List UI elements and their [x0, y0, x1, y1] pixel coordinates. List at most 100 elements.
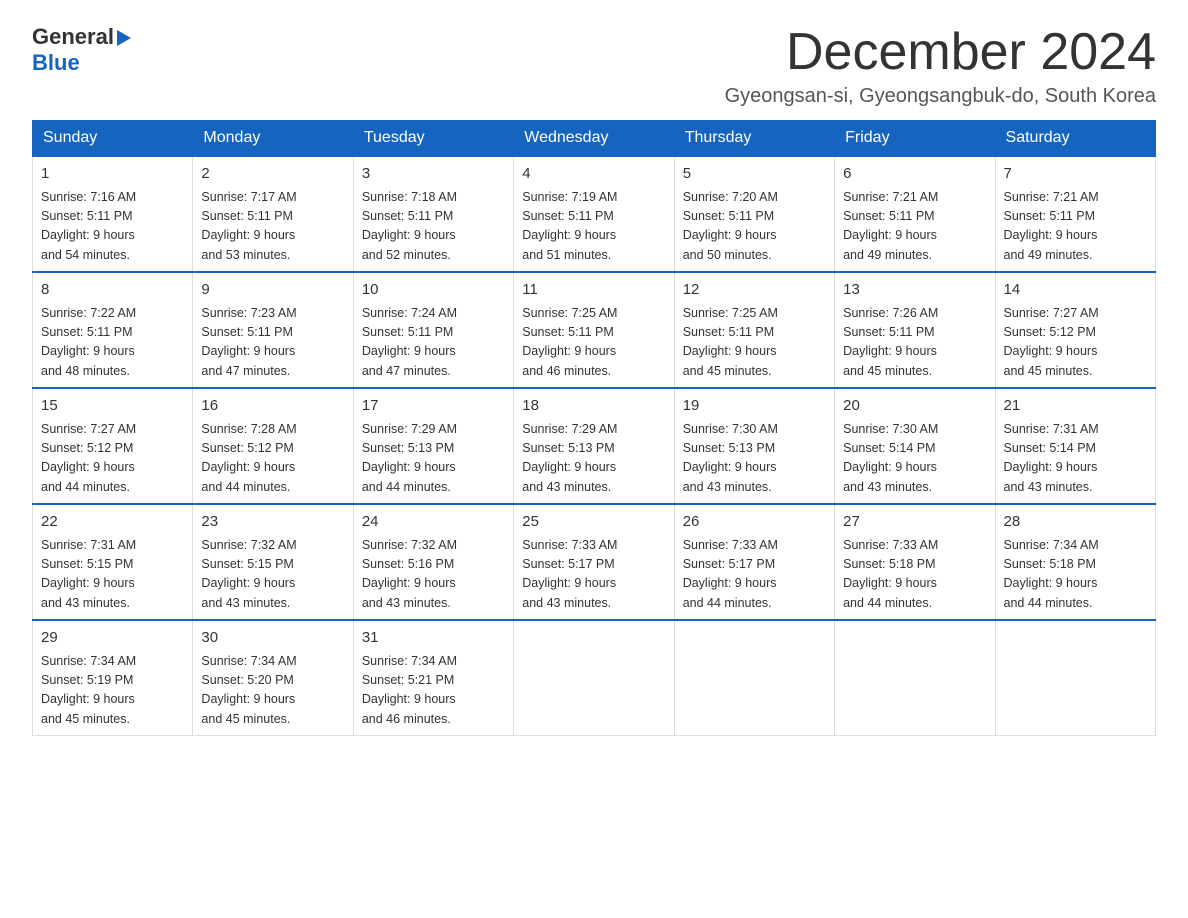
day-info: Sunrise: 7:24 AMSunset: 5:11 PMDaylight:… [362, 306, 457, 378]
day-number: 15 [41, 395, 184, 418]
day-info: Sunrise: 7:16 AMSunset: 5:11 PMDaylight:… [41, 190, 136, 262]
day-info: Sunrise: 7:30 AMSunset: 5:14 PMDaylight:… [843, 422, 938, 494]
day-info: Sunrise: 7:31 AMSunset: 5:14 PMDaylight:… [1004, 422, 1099, 494]
day-number: 3 [362, 163, 505, 186]
day-info: Sunrise: 7:20 AMSunset: 5:11 PMDaylight:… [683, 190, 778, 262]
calendar-cell: 14 Sunrise: 7:27 AMSunset: 5:12 PMDayligh… [995, 272, 1155, 388]
calendar-cell: 5 Sunrise: 7:20 AMSunset: 5:11 PMDaylight… [674, 156, 834, 272]
day-number: 24 [362, 511, 505, 534]
calendar-cell: 17 Sunrise: 7:29 AMSunset: 5:13 PMDayligh… [353, 388, 513, 504]
day-number: 26 [683, 511, 826, 534]
title-block: December 2024 Gyeongsan-si, Gyeongsangbu… [725, 24, 1156, 108]
calendar-cell: 25Sunrise: 7:33 AMSunset: 5:17 PMDayligh… [514, 504, 674, 620]
header-friday: Friday [835, 121, 995, 157]
header-sunday: Sunday [33, 121, 193, 157]
calendar-cell: 18 Sunrise: 7:29 AMSunset: 5:13 PMDayligh… [514, 388, 674, 504]
calendar-cell: 23 Sunrise: 7:32 AMSunset: 5:15 PMDayligh… [193, 504, 353, 620]
day-number: 12 [683, 279, 826, 302]
day-info: Sunrise: 7:33 AMSunset: 5:18 PMDaylight:… [843, 538, 938, 610]
logo: General Blue [32, 24, 131, 76]
day-number: 20 [843, 395, 986, 418]
day-info: Sunrise: 7:21 AMSunset: 5:11 PMDaylight:… [843, 190, 938, 262]
calendar-cell [835, 620, 995, 736]
calendar-cell: 29 Sunrise: 7:34 AMSunset: 5:19 PMDayligh… [33, 620, 193, 736]
day-info: Sunrise: 7:25 AMSunset: 5:11 PMDaylight:… [522, 306, 617, 378]
day-info: Sunrise: 7:33 AMSunset: 5:17 PMDaylight:… [683, 538, 778, 610]
logo-arrow-icon [117, 30, 131, 46]
calendar-cell: 15Sunrise: 7:27 AMSunset: 5:12 PMDayligh… [33, 388, 193, 504]
day-number: 4 [522, 163, 665, 186]
calendar-cell: 11 Sunrise: 7:25 AMSunset: 5:11 PMDayligh… [514, 272, 674, 388]
day-info: Sunrise: 7:32 AMSunset: 5:15 PMDaylight:… [201, 538, 296, 610]
day-number: 29 [41, 627, 184, 650]
day-number: 31 [362, 627, 505, 650]
logo-blue-text: Blue [32, 50, 80, 75]
calendar-cell [995, 620, 1155, 736]
day-info: Sunrise: 7:28 AMSunset: 5:12 PMDaylight:… [201, 422, 296, 494]
day-number: 8 [41, 279, 184, 302]
day-info: Sunrise: 7:33 AMSunset: 5:17 PMDaylight:… [522, 538, 617, 610]
day-info: Sunrise: 7:30 AMSunset: 5:13 PMDaylight:… [683, 422, 778, 494]
calendar-cell: 8 Sunrise: 7:22 AMSunset: 5:11 PMDaylight… [33, 272, 193, 388]
calendar-week-row: 15Sunrise: 7:27 AMSunset: 5:12 PMDayligh… [33, 388, 1156, 504]
calendar-cell: 16 Sunrise: 7:28 AMSunset: 5:12 PMDayligh… [193, 388, 353, 504]
day-info: Sunrise: 7:34 AMSunset: 5:19 PMDaylight:… [41, 654, 136, 726]
calendar-week-row: 22Sunrise: 7:31 AMSunset: 5:15 PMDayligh… [33, 504, 1156, 620]
calendar-cell: 20 Sunrise: 7:30 AMSunset: 5:14 PMDayligh… [835, 388, 995, 504]
month-title: December 2024 [725, 24, 1156, 81]
calendar-cell: 4 Sunrise: 7:19 AMSunset: 5:11 PMDaylight… [514, 156, 674, 272]
calendar-cell: 24Sunrise: 7:32 AMSunset: 5:16 PMDayligh… [353, 504, 513, 620]
calendar-cell: 21 Sunrise: 7:31 AMSunset: 5:14 PMDayligh… [995, 388, 1155, 504]
day-info: Sunrise: 7:26 AMSunset: 5:11 PMDaylight:… [843, 306, 938, 378]
header-saturday: Saturday [995, 121, 1155, 157]
day-number: 5 [683, 163, 826, 186]
calendar-cell: 26 Sunrise: 7:33 AMSunset: 5:17 PMDayligh… [674, 504, 834, 620]
calendar-cell: 30 Sunrise: 7:34 AMSunset: 5:20 PMDayligh… [193, 620, 353, 736]
calendar-cell: 3 Sunrise: 7:18 AMSunset: 5:11 PMDaylight… [353, 156, 513, 272]
calendar-week-row: 8 Sunrise: 7:22 AMSunset: 5:11 PMDaylight… [33, 272, 1156, 388]
day-info: Sunrise: 7:29 AMSunset: 5:13 PMDaylight:… [522, 422, 617, 494]
day-number: 18 [522, 395, 665, 418]
calendar-cell: 9Sunrise: 7:23 AMSunset: 5:11 PMDaylight… [193, 272, 353, 388]
calendar-cell: 13Sunrise: 7:26 AMSunset: 5:11 PMDayligh… [835, 272, 995, 388]
day-number: 21 [1004, 395, 1147, 418]
calendar-cell: 27 Sunrise: 7:33 AMSunset: 5:18 PMDayligh… [835, 504, 995, 620]
day-number: 27 [843, 511, 986, 534]
calendar-cell: 12 Sunrise: 7:25 AMSunset: 5:11 PMDayligh… [674, 272, 834, 388]
day-info: Sunrise: 7:34 AMSunset: 5:20 PMDaylight:… [201, 654, 296, 726]
calendar-table: Sunday Monday Tuesday Wednesday Thursday… [32, 120, 1156, 736]
day-info: Sunrise: 7:21 AMSunset: 5:11 PMDaylight:… [1004, 190, 1099, 262]
calendar-cell [674, 620, 834, 736]
day-info: Sunrise: 7:29 AMSunset: 5:13 PMDaylight:… [362, 422, 457, 494]
day-info: Sunrise: 7:17 AMSunset: 5:11 PMDaylight:… [201, 190, 296, 262]
day-number: 9 [201, 279, 344, 302]
day-number: 28 [1004, 511, 1147, 534]
day-info: Sunrise: 7:34 AMSunset: 5:21 PMDaylight:… [362, 654, 457, 726]
day-number: 16 [201, 395, 344, 418]
day-number: 14 [1004, 279, 1147, 302]
logo-general-text: General [32, 24, 114, 50]
day-number: 10 [362, 279, 505, 302]
day-info: Sunrise: 7:18 AMSunset: 5:11 PMDaylight:… [362, 190, 457, 262]
header-thursday: Thursday [674, 121, 834, 157]
day-number: 30 [201, 627, 344, 650]
calendar-cell: 1Sunrise: 7:16 AMSunset: 5:11 PMDaylight… [33, 156, 193, 272]
day-number: 23 [201, 511, 344, 534]
day-info: Sunrise: 7:25 AMSunset: 5:11 PMDaylight:… [683, 306, 778, 378]
day-info: Sunrise: 7:22 AMSunset: 5:11 PMDaylight:… [41, 306, 136, 378]
calendar-cell: 7 Sunrise: 7:21 AMSunset: 5:11 PMDaylight… [995, 156, 1155, 272]
calendar-cell: 2 Sunrise: 7:17 AMSunset: 5:11 PMDaylight… [193, 156, 353, 272]
calendar-week-row: 29 Sunrise: 7:34 AMSunset: 5:19 PMDayligh… [33, 620, 1156, 736]
header-wednesday: Wednesday [514, 121, 674, 157]
day-number: 7 [1004, 163, 1147, 186]
day-info: Sunrise: 7:27 AMSunset: 5:12 PMDaylight:… [1004, 306, 1099, 378]
calendar-header-row: Sunday Monday Tuesday Wednesday Thursday… [33, 121, 1156, 157]
day-info: Sunrise: 7:19 AMSunset: 5:11 PMDaylight:… [522, 190, 617, 262]
day-number: 17 [362, 395, 505, 418]
day-number: 11 [522, 279, 665, 302]
calendar-cell: 10 Sunrise: 7:24 AMSunset: 5:11 PMDayligh… [353, 272, 513, 388]
day-number: 2 [201, 163, 344, 186]
day-number: 6 [843, 163, 986, 186]
day-info: Sunrise: 7:31 AMSunset: 5:15 PMDaylight:… [41, 538, 136, 610]
calendar-cell: 22Sunrise: 7:31 AMSunset: 5:15 PMDayligh… [33, 504, 193, 620]
